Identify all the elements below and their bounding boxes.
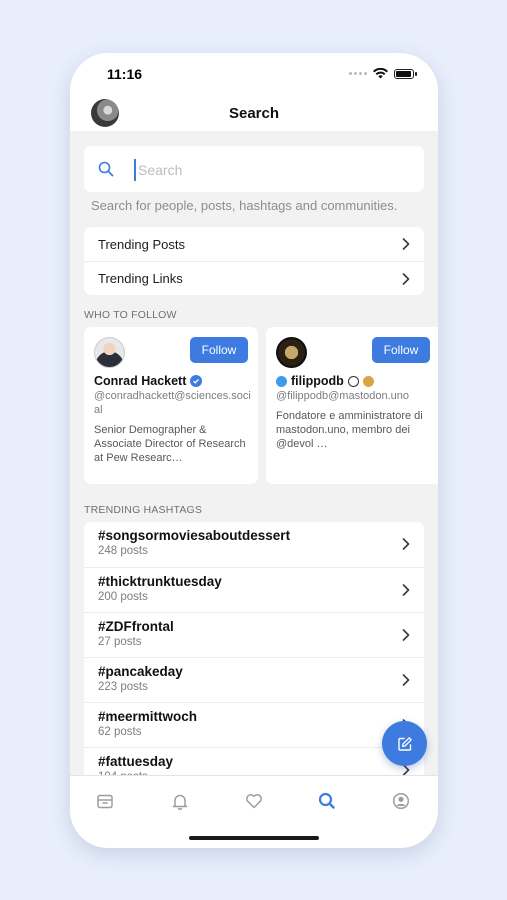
card-name-text: Conrad Hackett (94, 374, 187, 388)
hashtag-name: #fattuesday (98, 754, 174, 769)
hashtag-count: 200 posts (98, 591, 148, 603)
search-icon (98, 161, 114, 177)
chevron-right-icon (402, 674, 410, 686)
who-to-follow-heading: WHO TO FOLLOW (84, 309, 177, 321)
tab-search[interactable] (314, 788, 340, 814)
trending-posts-row[interactable]: Trending Posts (84, 227, 424, 261)
search-hint: Search for people, posts, hashtags and c… (91, 198, 398, 213)
list-item[interactable]: #meermittwoch 62 posts (84, 702, 424, 747)
chevron-right-icon (402, 584, 410, 596)
hashtag-name: #thicktrunktuesday (98, 574, 222, 589)
card-name: Conrad Hackett (94, 374, 203, 388)
trending-links-group: Trending Posts Trending Links (84, 227, 424, 295)
trending-links-row[interactable]: Trending Links (84, 261, 424, 295)
hashtag-name: #pancakeday (98, 664, 183, 679)
list-item[interactable]: #pancakeday 223 posts (84, 657, 424, 702)
follow-card[interactable]: Follow Conrad Hackett @conradhackett@sci… (84, 327, 258, 484)
profile-icon (392, 792, 410, 810)
signal-icon (349, 72, 367, 75)
hashtag-count: 62 posts (98, 726, 142, 738)
compose-button[interactable] (382, 721, 427, 766)
hashtag-name: #meermittwoch (98, 709, 198, 724)
tab-notifications[interactable] (167, 788, 193, 814)
follow-button[interactable]: Follow (372, 337, 430, 363)
trending-posts-label: Trending Posts (98, 236, 185, 252)
search-box[interactable] (84, 146, 424, 192)
follow-card[interactable]: Follow filippodb @filippodb@mastodon.uno… (266, 327, 438, 484)
card-handle: @filippodb@mastodon.uno (276, 390, 410, 402)
cc-badge-icon (347, 375, 359, 387)
status-icons (349, 68, 417, 79)
trending-hashtags-heading: TRENDING HASHTAGS (84, 504, 203, 516)
verified-icon (190, 375, 203, 387)
hashtag-name: #ZDFfrontal (98, 619, 174, 634)
search-icon (318, 792, 335, 809)
hashtag-count: 248 posts (98, 545, 148, 557)
card-name: filippodb (276, 374, 374, 388)
timeline-icon (97, 794, 113, 809)
chevron-right-icon (402, 538, 410, 550)
top-bar: 11:16 Search (70, 53, 438, 131)
avatar[interactable] (276, 337, 307, 368)
list-item[interactable]: #songsormoviesaboutdessert 248 posts (84, 522, 424, 567)
card-handle: @conradhackett@sciences.social (94, 390, 251, 416)
list-item[interactable]: #ZDFfrontal 27 posts (84, 612, 424, 657)
battery-icon (394, 68, 417, 79)
tab-timeline[interactable] (92, 788, 118, 814)
chevron-right-icon (402, 238, 410, 250)
list-item[interactable]: #thicktrunktuesday 200 posts (84, 567, 424, 612)
hashtag-count: 27 posts (98, 636, 142, 648)
mastodon-badge-icon (276, 375, 287, 387)
follow-button[interactable]: Follow (190, 337, 248, 363)
wifi-icon (373, 68, 388, 79)
tab-profile[interactable] (388, 788, 414, 814)
status-time: 11:16 (107, 66, 143, 82)
home-indicator[interactable] (189, 836, 319, 840)
avatar[interactable] (94, 337, 125, 368)
phone-screen: 11:16 Search Search for people, posts, h… (70, 53, 438, 848)
search-input[interactable] (134, 159, 404, 181)
hashtag-list: #songsormoviesaboutdessert 248 posts #th… (84, 522, 424, 780)
compose-icon (397, 736, 412, 751)
trending-links-label: Trending Links (98, 271, 183, 286)
card-bio: Fondatore e amministratore di mastodon.u… (276, 410, 423, 450)
heart-icon (246, 794, 262, 809)
bell-icon (172, 794, 188, 810)
hashtag-count: 223 posts (98, 681, 148, 693)
page-title: Search (228, 105, 280, 122)
hashtag-name: #songsormoviesaboutdessert (98, 528, 291, 543)
chevron-right-icon (402, 629, 410, 641)
emoji-badge-icon (362, 375, 374, 387)
card-name-text: filippodb (291, 374, 344, 388)
card-bio: Senior Demographer & Associate Director … (94, 424, 246, 464)
tab-favourites[interactable] (241, 788, 267, 814)
chevron-right-icon (402, 273, 410, 285)
